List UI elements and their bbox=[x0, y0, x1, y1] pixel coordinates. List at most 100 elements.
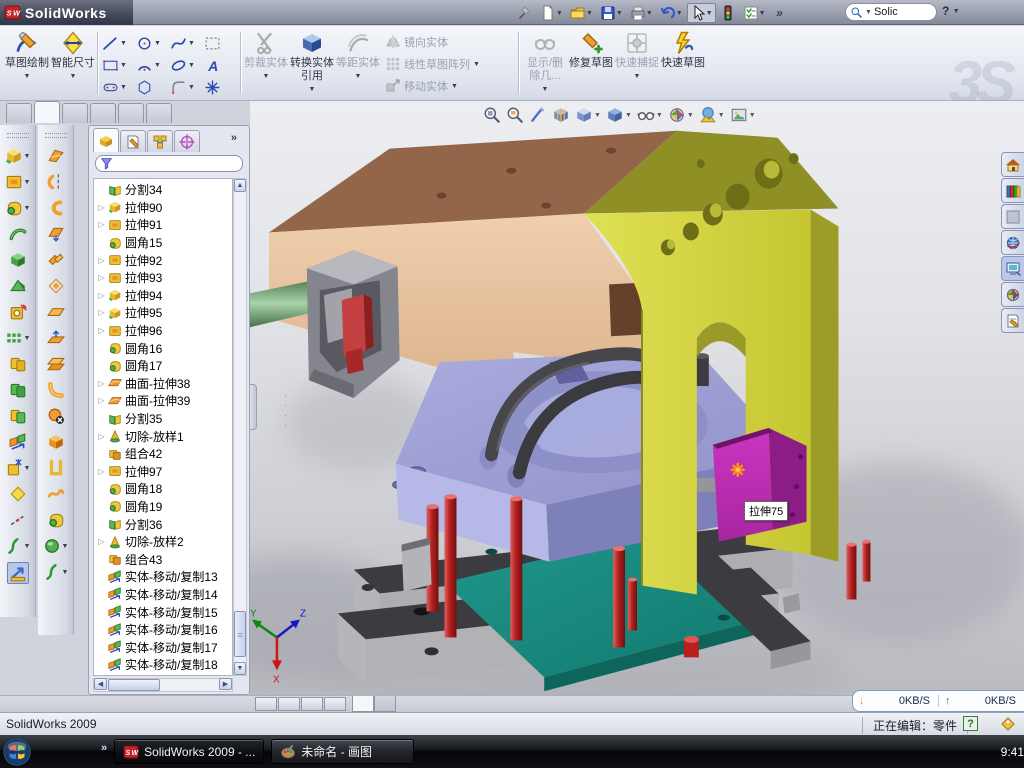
expand-arrow-icon[interactable]: ▷ bbox=[96, 396, 107, 405]
taskbar-task-button[interactable]: SW SolidWorks 2009 - ... bbox=[114, 739, 264, 764]
task-pane-tab-file-explorer[interactable] bbox=[1001, 204, 1024, 229]
view-tool-button-display-style[interactable]: ▼ bbox=[605, 105, 633, 125]
task-pane-tab-solidworks-resources[interactable] bbox=[1001, 152, 1024, 177]
sketch-entity-button-slot[interactable]: ▼ bbox=[100, 76, 134, 98]
sketch-entity-button-ellipse[interactable]: ▼ bbox=[168, 54, 202, 76]
feature-tool-button-chamfer[interactable]: ▼ bbox=[8, 276, 28, 296]
surface-tool-button-lofted-surface[interactable]: ▼ bbox=[46, 146, 66, 166]
feature-tool-button-move-copy-body[interactable]: ▼ bbox=[8, 432, 28, 452]
model-tab[interactable] bbox=[374, 696, 396, 712]
ribbon-tab[interactable] bbox=[62, 103, 88, 123]
command-button[interactable]: 智能尺寸▼ bbox=[50, 29, 96, 95]
ribbon-tab[interactable] bbox=[146, 103, 172, 123]
scroll-down-button[interactable]: ▼ bbox=[234, 662, 246, 675]
surface-tool-button-swept-surface[interactable]: ▼ bbox=[46, 198, 66, 218]
feature-tree-item[interactable]: ▷ 曲面-拉伸39 bbox=[94, 392, 232, 410]
expand-arrow-icon[interactable]: ▷ bbox=[96, 291, 107, 300]
menu-item[interactable] bbox=[220, 10, 238, 16]
tree-filter-input[interactable] bbox=[95, 155, 243, 172]
sketch-entity-button-rectangle[interactable]: ▼ bbox=[100, 54, 134, 76]
command-button[interactable]: 快速捕捉▼ bbox=[614, 29, 660, 95]
graphics-area[interactable]: Y Z X ▼ ▼ ▼ ▼ ▼ ▼ ▼ bbox=[250, 101, 1024, 695]
expand-arrow-icon[interactable]: ▷ bbox=[96, 256, 107, 265]
panel-splitter-handle[interactable] bbox=[249, 384, 257, 430]
surface-tool-button-mid-surface[interactable]: ▼ bbox=[46, 276, 66, 296]
menu-item[interactable] bbox=[160, 10, 178, 16]
sketch-entity-button-point[interactable]: ▼ bbox=[202, 76, 232, 98]
feature-tree-item[interactable]: ▷ 切除-放样1 bbox=[94, 427, 232, 445]
view-tool-button-previous-view[interactable]: ▼ bbox=[528, 105, 548, 125]
tray-icon-health-shield[interactable] bbox=[957, 744, 972, 759]
surface-tool-button-revolved-surface[interactable]: ▼ bbox=[46, 172, 66, 192]
toolbar-button-undo[interactable]: ▼ bbox=[657, 3, 686, 23]
surface-tool-button-thicken[interactable]: ▼ bbox=[46, 510, 66, 530]
expand-arrow-icon[interactable]: ▷ bbox=[96, 220, 107, 229]
feature-tree-item[interactable]: ▷ 实体-移动/复制18 bbox=[94, 656, 232, 674]
scroll-up-button[interactable]: ▲ bbox=[234, 179, 246, 192]
command-button[interactable]: 镜向实体▼ bbox=[385, 31, 513, 53]
feature-tree-item[interactable]: ▷ 分割34 bbox=[94, 181, 232, 199]
featuremanager-tab-featuremanager[interactable] bbox=[93, 128, 119, 152]
command-button[interactable]: 快速草图▼ bbox=[660, 29, 706, 95]
quick-launch-icon-solidworks[interactable] bbox=[84, 743, 101, 760]
toolbar-button-open-document[interactable]: ▼ bbox=[567, 3, 596, 23]
toolbar-button-overflow[interactable]: »▼ bbox=[770, 3, 792, 23]
sketch-entity-button-selection-box[interactable]: ▼ bbox=[202, 32, 232, 54]
feature-tree-item[interactable]: ▷ 拉伸94 bbox=[94, 287, 232, 305]
scrollbar-thumb[interactable] bbox=[234, 611, 246, 657]
feature-tree-item[interactable]: ▷ 拉伸96 bbox=[94, 322, 232, 340]
taskbar-task-button[interactable]: 未命名 - 画图 bbox=[271, 739, 414, 764]
feature-tool-button-split[interactable]: ▼ bbox=[4, 458, 32, 478]
command-button[interactable]: 转换实体引用▼ bbox=[289, 29, 335, 95]
feature-tree-item[interactable]: ▷ 圆角19 bbox=[94, 498, 232, 516]
tray-icon-certificate[interactable] bbox=[881, 744, 896, 759]
command-button[interactable]: 移动实体▼ bbox=[385, 75, 513, 97]
task-pane-tab-search-results[interactable] bbox=[1001, 230, 1024, 255]
sketch-entity-button-polygon[interactable]: ▼ bbox=[134, 76, 168, 98]
surface-tool-button-planar-surface[interactable]: ▼ bbox=[46, 302, 66, 322]
tab-nav-button[interactable] bbox=[255, 697, 277, 711]
menu-item[interactable] bbox=[240, 10, 258, 16]
sketch-entity-button-circle[interactable]: ▼ bbox=[134, 32, 168, 54]
feature-tool-button-intersect-bodies[interactable]: ▼ bbox=[8, 380, 28, 400]
view-tool-button-zoom-to-fit[interactable]: ▼ bbox=[482, 105, 502, 125]
featuremanager-tab-configurationmanager[interactable] bbox=[147, 130, 173, 152]
feature-tool-button-instant3d[interactable]: ▼ bbox=[7, 562, 29, 584]
surface-tool-button-freeform[interactable]: ▼ bbox=[42, 562, 70, 582]
feature-tree-item[interactable]: ▷ 组合42 bbox=[94, 445, 232, 463]
tree-vertical-scrollbar[interactable]: ▲ ▼ bbox=[233, 178, 247, 676]
scroll-right-button[interactable]: ▶ bbox=[219, 678, 232, 690]
feature-tree-item[interactable]: ▷ 拉伸91 bbox=[94, 216, 232, 234]
feature-tree-item[interactable]: ▷ 组合43 bbox=[94, 550, 232, 568]
sketch-entity-button-spline[interactable]: ▼ bbox=[168, 32, 202, 54]
toolbar-button-select-cursor[interactable]: ▼ bbox=[687, 3, 716, 23]
feature-tool-button-fillet[interactable]: ▼ bbox=[4, 198, 32, 218]
ribbon-tab[interactable] bbox=[118, 103, 144, 123]
surface-tool-button-offset-surface[interactable]: ▼ bbox=[46, 328, 66, 348]
command-button[interactable]: 修复草图▼ bbox=[568, 29, 614, 95]
feature-tool-button-hole-wizard[interactable]: ▼ bbox=[8, 302, 28, 322]
tray-icon-volume[interactable] bbox=[900, 744, 915, 759]
feature-tool-button-reference-axis[interactable]: ▼ bbox=[8, 510, 28, 530]
expand-arrow-icon[interactable]: ▷ bbox=[96, 467, 107, 476]
model-tab[interactable] bbox=[352, 696, 374, 712]
surface-tool-button-delete-face[interactable]: ▼ bbox=[46, 406, 66, 426]
feature-tree-item[interactable]: ▷ 实体-移动/复制13 bbox=[94, 568, 232, 586]
start-button[interactable] bbox=[2, 737, 32, 767]
feature-tree-item[interactable]: ▷ 曲面-拉伸38 bbox=[94, 375, 232, 393]
feature-tree-item[interactable]: ▷ 圆角18 bbox=[94, 480, 232, 498]
view-tool-button-edit-appearance[interactable]: ▼ bbox=[667, 105, 695, 125]
toolbar-button-save[interactable]: ▼ bbox=[597, 3, 626, 23]
taskbar-clock[interactable]: 9:41 bbox=[1001, 745, 1024, 759]
command-button[interactable]: 显示/删除几...▼ bbox=[522, 29, 568, 95]
feature-tree-item[interactable]: ▷ 拉伸93 bbox=[94, 269, 232, 287]
tab-nav-button[interactable] bbox=[324, 697, 346, 711]
scroll-left-button[interactable]: ◀ bbox=[94, 678, 107, 690]
expand-arrow-icon[interactable]: ▷ bbox=[96, 308, 107, 317]
feature-tool-button-join-bodies[interactable]: ▼ bbox=[8, 406, 28, 426]
sketch-entity-button-sketch-text[interactable]: A▼ bbox=[202, 54, 232, 76]
expand-arrow-icon[interactable]: ▷ bbox=[96, 432, 107, 441]
sketch-entity-button-line[interactable]: ▼ bbox=[100, 32, 134, 54]
tree-horizontal-scrollbar[interactable]: ◀ ▶ bbox=[93, 678, 233, 692]
featuremanager-tab-dimxpertmanager[interactable] bbox=[174, 130, 200, 152]
